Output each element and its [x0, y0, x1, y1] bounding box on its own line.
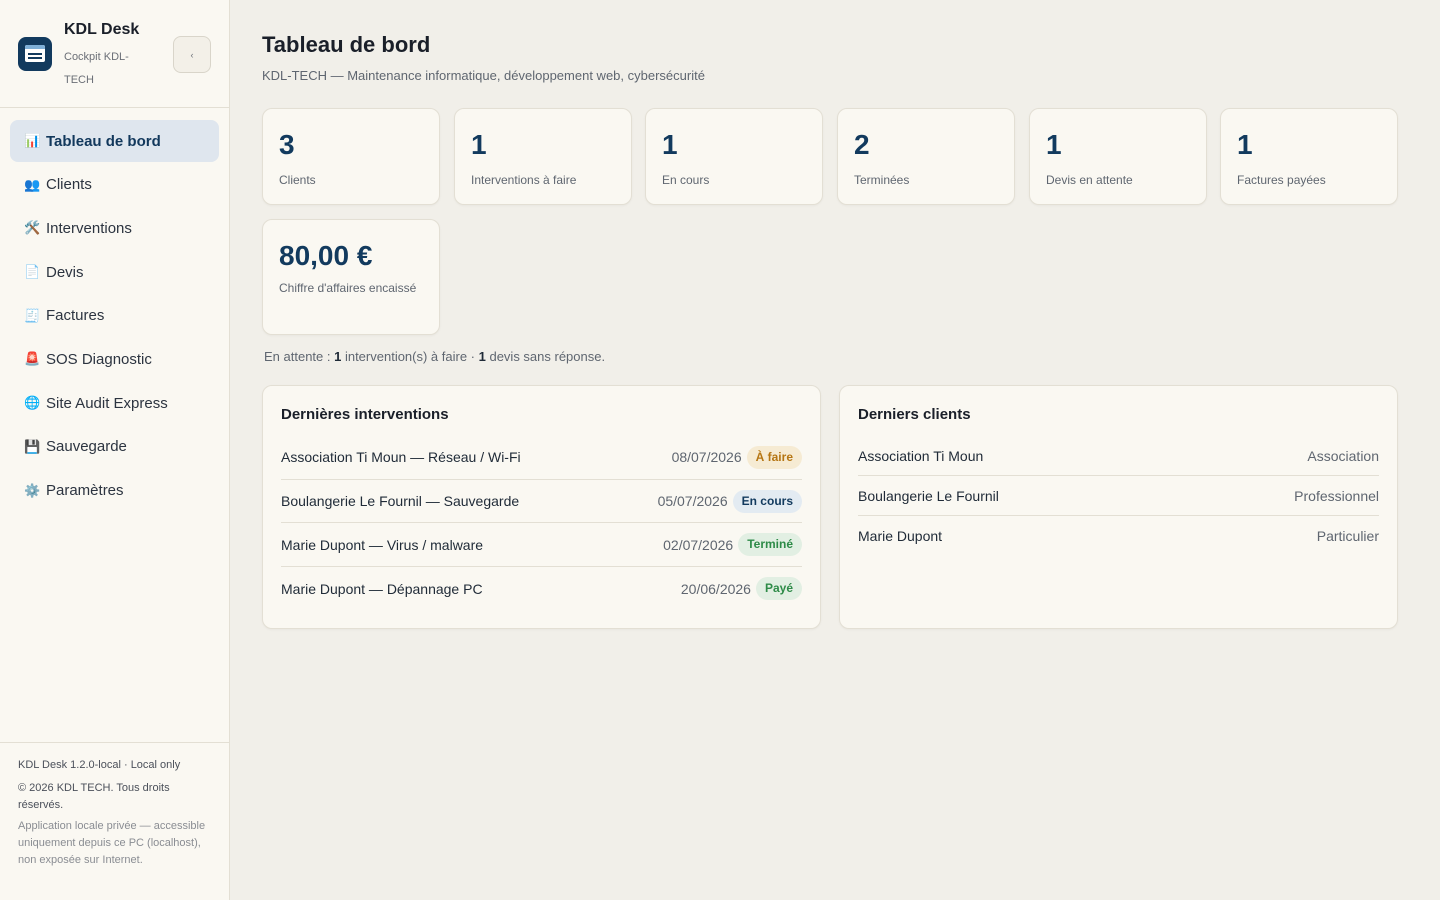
recent-clients-panel: Derniers clients Association Ti Moun Ass…: [839, 385, 1398, 629]
sidebar: KDL Desk Cockpit KDL-TECH ‹ 📊 Tableau de…: [0, 0, 230, 900]
sidebar-item-label: Clients: [46, 176, 92, 194]
floppy-disk-icon: 💾: [24, 438, 41, 454]
stat-label: Clients: [279, 173, 316, 187]
status-badge: À faire: [746, 445, 802, 469]
privacy-note: Application locale privée — accessible u…: [18, 820, 206, 866]
intervention-date: 20/06/2026: [680, 580, 751, 597]
sidebar-item-parametres[interactable]: ⚙️ Paramètres: [10, 470, 219, 512]
client-name: Association Ti Moun: [858, 447, 984, 464]
sidebar-item-dashboard[interactable]: 📊 Tableau de bord: [10, 120, 219, 162]
table-row[interactable]: Marie Dupont — Dépannage PC 20/06/2026 P…: [281, 567, 802, 611]
client-name: Marie Dupont: [858, 528, 943, 544]
stat-label: Interventions à faire: [471, 173, 577, 187]
panel-title: Derniers clients: [858, 406, 971, 423]
client-type: Particulier: [1316, 528, 1379, 544]
stat-value: 1: [662, 129, 678, 160]
list-item[interactable]: Boulangerie Le Fournil Professionnel: [858, 476, 1379, 516]
document-icon: 📄: [24, 264, 41, 280]
sidebar-item-label: Devis: [46, 263, 84, 281]
sidebar-item-label: Site Audit Express: [46, 394, 168, 412]
list-item[interactable]: Association Ti Moun Association: [858, 436, 1379, 476]
stat-value: 2: [854, 129, 870, 160]
recent-interventions-panel: Dernières interventions Association Ti M…: [262, 385, 821, 629]
users-icon: 👥: [24, 176, 41, 192]
stat-label: Factures payées: [1237, 173, 1326, 187]
intervention-title: Marie Dupont — Virus / malware: [281, 536, 484, 553]
stat-value: 1: [1237, 129, 1253, 160]
page-title: Tableau de bord: [262, 32, 431, 57]
sidebar-item-factures[interactable]: 🧾 Factures: [10, 295, 219, 337]
version-text: KDL Desk 1.2.0-local · Local only: [18, 759, 181, 771]
sidebar-item-interventions[interactable]: 🛠️ Interventions: [10, 207, 219, 249]
client-type: Professionnel: [1294, 487, 1379, 504]
stat-label: Terminées: [854, 173, 910, 187]
pending-summary: En attente : 1 intervention(s) à faire ·…: [264, 349, 605, 364]
sidebar-item-sauvegarde[interactable]: 💾 Sauvegarde: [10, 426, 219, 468]
tools-icon: 🛠️: [24, 220, 41, 236]
stat-label: En cours: [662, 173, 710, 187]
sidebar-item-label: Sauvegarde: [46, 438, 127, 456]
intervention-title: Boulangerie Le Fournil — Sauvegarde: [281, 493, 520, 510]
intervention-title: Association Ti Moun — Réseau / Wi-Fi: [281, 449, 521, 466]
sidebar-item-label: SOS Diagnostic: [46, 350, 152, 368]
stat-label: Devis en attente: [1046, 173, 1133, 187]
pending-text-quotes: devis sans réponse.: [485, 349, 606, 364]
receipt-icon: 🧾: [24, 307, 41, 323]
stat-card-completed: 2 Terminées: [837, 108, 1015, 205]
pending-text-interventions: intervention(s) à faire ·: [341, 349, 479, 364]
intervention-date: 08/07/2026: [671, 449, 742, 466]
brand-header: KDL Desk Cockpit KDL-TECH ‹: [0, 0, 229, 108]
sidebar-nav: 📊 Tableau de bord 👥 Clients 🛠️ Intervent…: [10, 120, 219, 513]
table-row[interactable]: Boulangerie Le Fournil — Sauvegarde 05/0…: [281, 480, 802, 524]
stat-card-clients: 3 Clients: [262, 108, 440, 205]
stat-card-interventions-todo: 1 Interventions à faire: [454, 108, 632, 205]
client-type: Association: [1307, 447, 1379, 464]
panel-title: Dernières interventions: [281, 406, 449, 423]
copyright-text: © 2026 KDL TECH. Tous droits réservés.: [18, 782, 170, 811]
stat-value: 1: [1046, 129, 1062, 160]
stat-card-in-progress: 1 En cours: [645, 108, 823, 205]
chart-icon: 📊: [24, 133, 41, 148]
intervention-date: 02/07/2026: [663, 536, 734, 553]
page-subtitle: KDL-TECH — Maintenance informatique, dév…: [262, 68, 705, 83]
intervention-title: Marie Dupont — Dépannage PC: [281, 580, 483, 597]
app-logo-icon: [18, 37, 52, 71]
sidebar-item-sos-diagnostic[interactable]: 🚨 SOS Diagnostic: [10, 338, 219, 380]
sidebar-item-clients[interactable]: 👥 Clients: [10, 164, 219, 206]
stat-card-invoices-paid: 1 Factures payées: [1220, 108, 1398, 205]
table-row[interactable]: Association Ti Moun — Réseau / Wi-Fi 08/…: [281, 436, 802, 480]
stat-value: 80,00 €: [279, 240, 373, 271]
sidebar-item-label: Tableau de bord: [46, 132, 161, 150]
status-badge: Terminé: [738, 533, 802, 557]
stat-label: Chiffre d'affaires encaissé: [279, 281, 417, 295]
pending-prefix: En attente :: [264, 349, 335, 364]
status-badge: Payé: [755, 577, 802, 601]
status-badge: En cours: [732, 489, 802, 513]
list-item[interactable]: Marie Dupont Particulier: [858, 516, 1379, 556]
app-name: KDL Desk: [64, 21, 140, 38]
stat-card-revenue: 80,00 € Chiffre d'affaires encaissé: [262, 219, 440, 335]
siren-icon: 🚨: [24, 351, 41, 367]
sidebar-item-label: Paramètres: [46, 482, 124, 499]
sidebar-item-devis[interactable]: 📄 Devis: [10, 251, 219, 293]
chevron-left-icon: ‹: [190, 49, 194, 60]
stat-value: 3: [279, 129, 295, 160]
app-subtitle: Cockpit KDL-TECH: [64, 51, 129, 86]
gear-icon: ⚙️: [24, 482, 41, 498]
sidebar-footer: KDL Desk 1.2.0-local · Local only © 2026…: [0, 742, 229, 900]
sidebar-item-site-audit[interactable]: 🌐 Site Audit Express: [10, 382, 219, 424]
table-row[interactable]: Marie Dupont — Virus / malware 02/07/202…: [281, 523, 802, 568]
stat-card-quotes-pending: 1 Devis en attente: [1029, 108, 1207, 205]
stat-value: 1: [471, 129, 487, 160]
client-name: Boulangerie Le Fournil: [858, 487, 999, 504]
sidebar-item-label: Interventions: [46, 219, 132, 237]
sidebar-item-label: Factures: [46, 307, 105, 325]
intervention-date: 05/07/2026: [657, 493, 728, 510]
globe-icon: 🌐: [24, 395, 41, 411]
collapse-sidebar-button[interactable]: ‹: [173, 36, 211, 73]
pending-count-quotes: 1: [478, 349, 486, 364]
